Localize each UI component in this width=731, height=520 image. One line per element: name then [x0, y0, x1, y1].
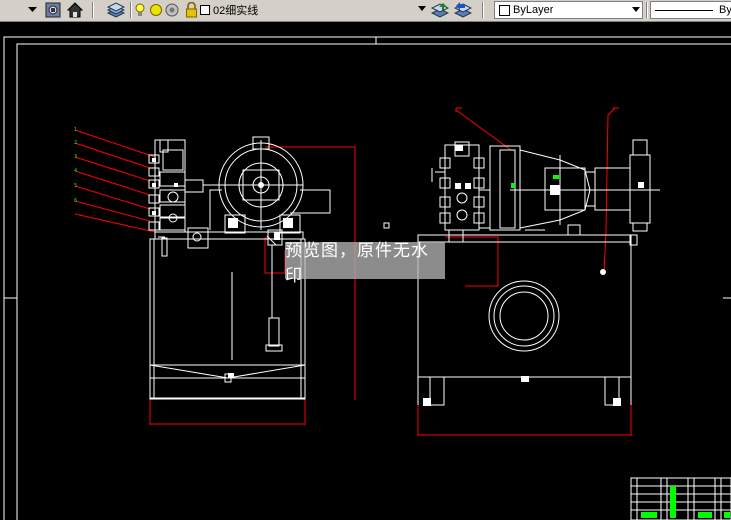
svg-text:3: 3 — [74, 154, 77, 160]
toolbar-separator — [482, 2, 484, 18]
svg-text:1: 1 — [74, 127, 77, 133]
svg-text:6: 6 — [74, 198, 77, 204]
make-object-layer-current-icon[interactable] — [430, 1, 450, 19]
toolbar-separator — [130, 2, 132, 18]
dropdown-arrow-icon[interactable] — [26, 1, 38, 19]
color-control-dropdown[interactable]: ByLayer — [494, 1, 643, 19]
layer-previous-icon[interactable] — [453, 1, 473, 19]
toolbar-separator — [646, 2, 648, 18]
watermark-text: 预览图，原件无水印 — [285, 240, 429, 286]
layer-name-label: 02细实线 — [213, 5, 259, 17]
preview-watermark: 预览图，原件无水印 — [285, 241, 445, 286]
home-view-icon[interactable] — [66, 1, 84, 19]
dropdown-arrow-icon[interactable] — [418, 6, 426, 11]
linetype-value-label: By — [719, 4, 731, 16]
color-value-label: ByLayer — [513, 4, 554, 16]
layer-manager-icon[interactable] — [106, 1, 126, 19]
svg-text:5: 5 — [74, 183, 77, 189]
layer-dropdown[interactable]: 02细实线 — [210, 1, 428, 19]
cad-application: 02细实线 ByLayer By 1 2 3 4 5 6 预览图，原件无水印 — [0, 0, 731, 520]
toolbar-separator — [92, 2, 94, 18]
layer-thaw-sun-icon[interactable] — [149, 1, 163, 19]
svg-text:2: 2 — [74, 140, 77, 146]
dropdown-arrow-icon[interactable] — [632, 7, 640, 12]
color-swatch-icon — [499, 4, 510, 16]
svg-text:4: 4 — [74, 168, 77, 174]
linetype-control-dropdown[interactable]: By — [650, 1, 731, 19]
layers-toolbar: 02细实线 ByLayer By — [0, 0, 731, 22]
layer-viewport-freeze-icon[interactable] — [164, 1, 180, 19]
layer-lock-icon[interactable] — [184, 1, 198, 19]
linetype-sample-line — [655, 9, 713, 11]
named-views-icon[interactable] — [44, 1, 62, 19]
layer-on-bulb-icon[interactable] — [134, 1, 146, 19]
